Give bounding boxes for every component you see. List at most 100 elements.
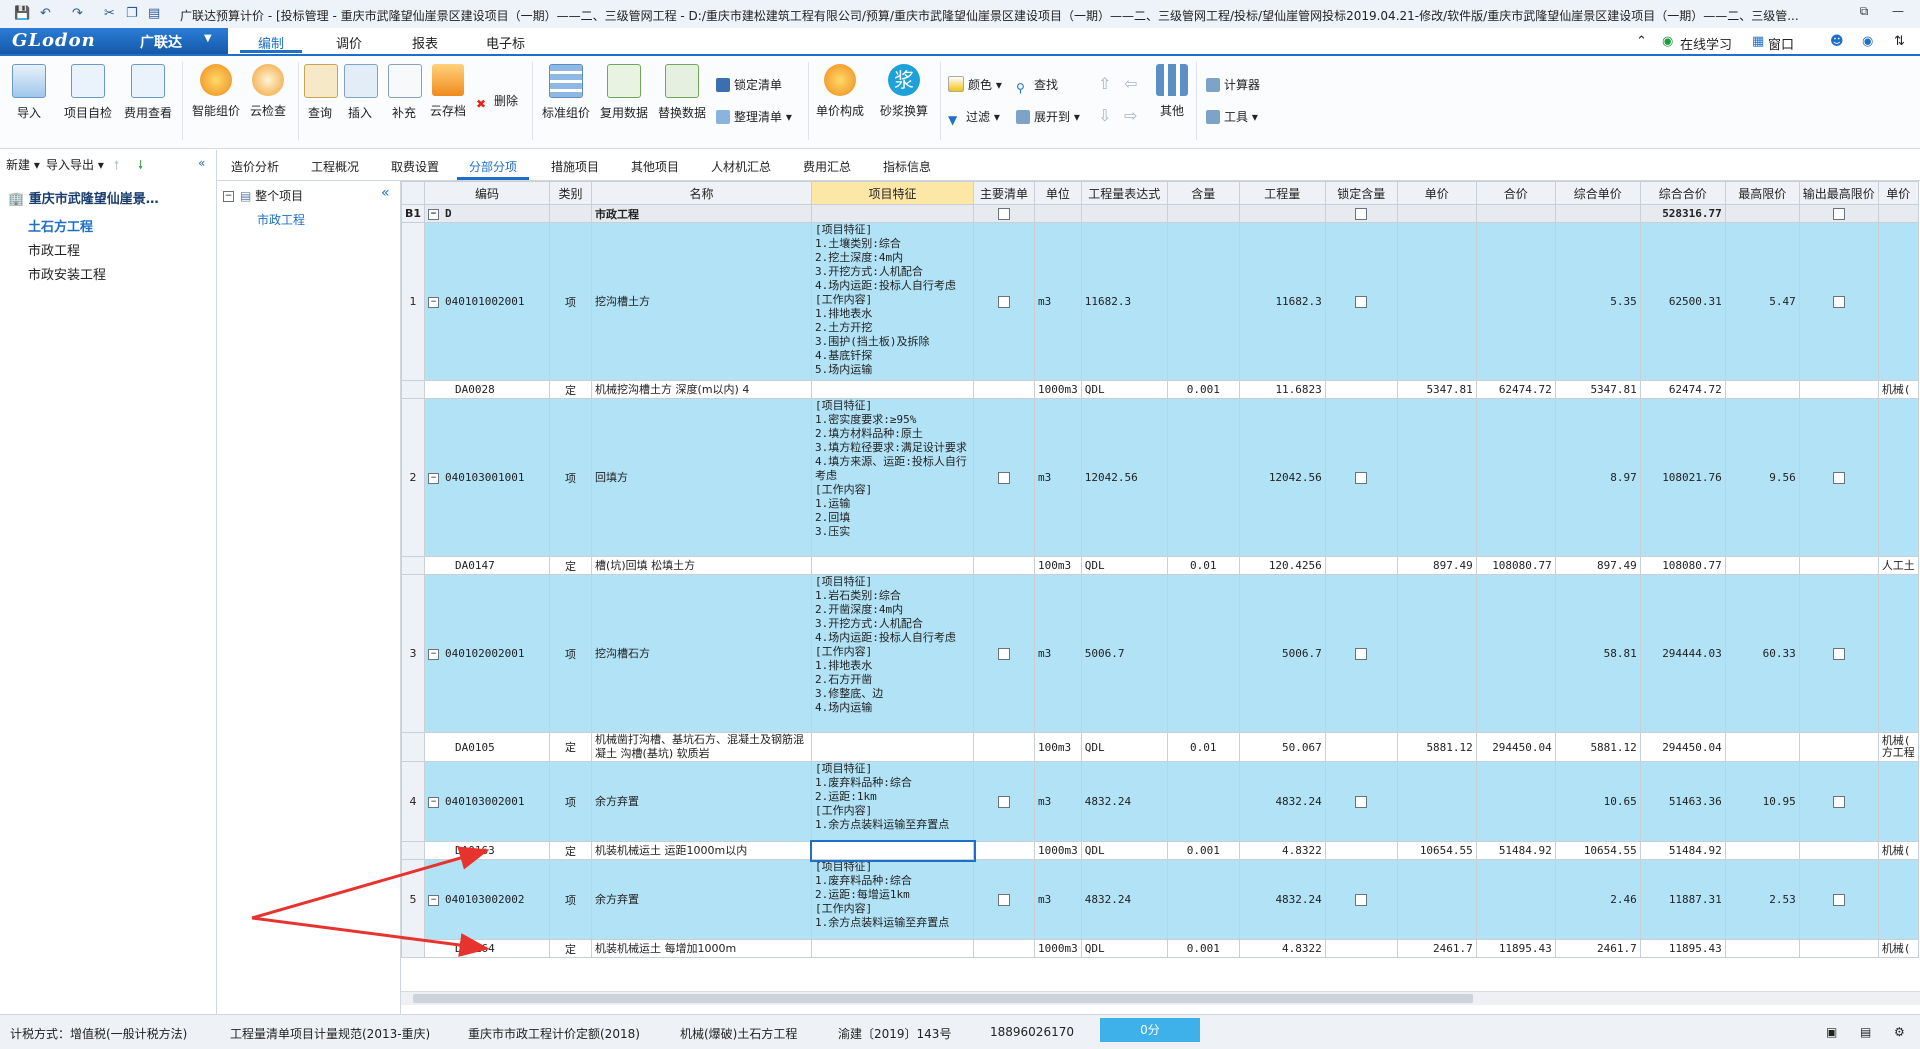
- price-cell[interactable]: [1396, 398, 1477, 557]
- name-cell[interactable]: 机装机械运土 每增加1000m: [591, 939, 813, 958]
- qty-cell[interactable]: 120.4256: [1238, 556, 1326, 575]
- output-max-cell[interactable]: [1798, 761, 1879, 842]
- header-unit-price[interactable]: 综合单价: [1554, 181, 1641, 205]
- lock-content-checkbox[interactable]: [1355, 894, 1368, 906]
- extra-cell[interactable]: 机械(: [1877, 841, 1919, 860]
- amount-cell[interactable]: [1475, 222, 1556, 381]
- qty-cell[interactable]: 5006.7: [1238, 574, 1326, 733]
- unit-price-cell[interactable]: 2461.7: [1554, 939, 1641, 958]
- output-max-checkbox[interactable]: [1832, 894, 1845, 906]
- expr-cell[interactable]: 12042.56: [1080, 398, 1168, 557]
- feature-cell[interactable]: [项目特征] 1.密实度要求:≥95% 2.填方材料品种:原土 3.填方粒径要求…: [811, 398, 975, 557]
- main-list-checkbox[interactable]: [998, 208, 1011, 220]
- settings-icon[interactable]: ⚙: [1894, 1025, 1905, 1039]
- other-button[interactable]: 其他: [1156, 64, 1188, 119]
- content-cell[interactable]: [1166, 574, 1240, 733]
- project-node[interactable]: 🏢 重庆市武隆望仙崖景…: [8, 188, 159, 207]
- name-cell[interactable]: 挖沟槽石方: [591, 574, 813, 733]
- expr-cell[interactable]: QDL: [1080, 556, 1168, 575]
- code-cell[interactable]: −040101002001: [424, 222, 551, 381]
- feature-cell[interactable]: [项目特征] 1.废弃料品种:综合 2.运距:每增运1km [工作内容] 1.余…: [811, 859, 975, 940]
- lock-content-checkbox[interactable]: [1355, 796, 1368, 808]
- price-cell[interactable]: [1396, 761, 1477, 842]
- app-logo[interactable]: GLodon 广联达 ▼: [0, 28, 228, 54]
- list-item-row[interactable]: 1−040101002001 项挖沟槽土方 [项目特征] 1.土壤类别:综合 2.挖…: [401, 222, 1919, 381]
- collapse-panel-icon[interactable]: «: [198, 156, 205, 170]
- name-cell[interactable]: 机械凿打沟槽、基坑石方、混凝土及钢筋混凝土 沟槽(基坑) 软质岩: [591, 732, 813, 762]
- amount-cell[interactable]: 51484.92: [1475, 841, 1556, 860]
- cut-icon[interactable]: ✂: [104, 6, 115, 21]
- max-price-cell[interactable]: [1724, 732, 1800, 762]
- unit-cell[interactable]: m3: [1034, 859, 1082, 940]
- move-up-icon[interactable]: ⇧: [1098, 74, 1111, 93]
- section-row[interactable]: B1 − D 市政工程 528316.77: [401, 204, 1919, 223]
- output-max-checkbox[interactable]: [1832, 296, 1845, 308]
- price-cell[interactable]: [1396, 204, 1477, 223]
- nav-item-municipal[interactable]: 市政工程: [28, 240, 80, 259]
- price-cell[interactable]: 2461.7: [1396, 939, 1477, 958]
- output-max-cell[interactable]: [1798, 398, 1879, 557]
- collapse-toggle-icon[interactable]: −: [223, 191, 234, 202]
- restore-icon[interactable]: ⧉: [1850, 4, 1878, 22]
- price-cell[interactable]: 5881.12: [1396, 732, 1477, 762]
- amount-cell[interactable]: [1475, 761, 1556, 842]
- max-price-cell[interactable]: 9.56: [1724, 398, 1800, 557]
- quota-row[interactable]: DA0105 定机械凿打沟槽、基坑石方、混凝土及钢筋混凝土 沟槽(基坑) 软质岩 1…: [401, 732, 1919, 762]
- output-max-checkbox[interactable]: [1832, 648, 1845, 660]
- main-list-checkbox[interactable]: [998, 648, 1011, 660]
- code-cell[interactable]: −040103002002: [424, 859, 551, 940]
- extra-cell[interactable]: [1877, 761, 1919, 842]
- main-list-checkbox[interactable]: [998, 796, 1011, 808]
- content-cell[interactable]: 0.01: [1166, 732, 1240, 762]
- total-cell[interactable]: 294444.03: [1639, 574, 1726, 733]
- header-max-price[interactable]: 最高限价: [1724, 181, 1800, 205]
- main-list-cell[interactable]: [973, 761, 1036, 842]
- type-cell[interactable]: 定: [549, 732, 593, 762]
- content-cell[interactable]: 0.001: [1166, 380, 1240, 399]
- tab-cost-analysis[interactable]: 造价分析: [231, 158, 279, 175]
- header-name[interactable]: 名称: [591, 181, 813, 205]
- output-max-cell[interactable]: [1798, 841, 1879, 860]
- unit-compose-button[interactable]: 单价构成: [814, 64, 866, 119]
- expr-cell[interactable]: 11682.3: [1080, 222, 1168, 381]
- lock-content-checkbox[interactable]: [1355, 648, 1368, 660]
- total-cell[interactable]: 108021.76: [1639, 398, 1726, 557]
- insert-button[interactable]: 插入: [344, 64, 378, 121]
- total-cell[interactable]: 11887.31: [1639, 859, 1726, 940]
- type-cell[interactable]: 项: [549, 222, 593, 381]
- collapse-toggle-icon[interactable]: −: [428, 796, 440, 808]
- max-price-cell[interactable]: [1724, 556, 1800, 575]
- unit-cell[interactable]: 100m3: [1034, 556, 1082, 575]
- feature-cell[interactable]: [811, 732, 975, 762]
- unit-price-cell[interactable]: 5347.81: [1554, 380, 1641, 399]
- extra-cell[interactable]: 人工土: [1877, 556, 1919, 575]
- fee-check-button[interactable]: 费用查看: [122, 64, 174, 121]
- type-cell[interactable]: 项: [549, 761, 593, 842]
- header-feature[interactable]: 项目特征: [811, 181, 975, 205]
- type-cell[interactable]: [549, 204, 593, 223]
- qty-cell[interactable]: [1238, 204, 1326, 223]
- main-list-cell[interactable]: [973, 732, 1036, 762]
- main-list-cell[interactable]: [973, 859, 1036, 940]
- quota-row[interactable]: DA0164 定机装机械运土 每增加1000m 1000m3 QDL 0.001 4.83…: [401, 939, 1919, 958]
- output-max-checkbox[interactable]: [1832, 472, 1845, 484]
- price-cell[interactable]: 5347.81: [1396, 380, 1477, 399]
- scrollbar-thumb[interactable]: [413, 994, 1473, 1003]
- extra-cell[interactable]: 机械(: [1877, 380, 1919, 399]
- lock-cell[interactable]: [1324, 732, 1398, 762]
- output-max-cell[interactable]: [1798, 222, 1879, 381]
- delete-button[interactable]: ✖ 删除: [476, 92, 518, 111]
- output-max-cell[interactable]: [1798, 574, 1879, 733]
- tab-sections[interactable]: 分部分项: [469, 158, 517, 175]
- total-cell[interactable]: 62474.72: [1639, 380, 1726, 399]
- online-learning-menu[interactable]: 在线学习: [1680, 34, 1732, 53]
- expr-cell[interactable]: QDL: [1080, 732, 1168, 762]
- move-left-icon[interactable]: ⇦: [1124, 74, 1137, 93]
- color-button[interactable]: 颜色 ▾: [948, 76, 1002, 93]
- main-list-cell[interactable]: [973, 939, 1036, 958]
- lock-content-checkbox[interactable]: [1355, 208, 1368, 220]
- main-list-checkbox[interactable]: [998, 472, 1011, 484]
- undo-icon[interactable]: ↶: [40, 6, 51, 21]
- unit-cell[interactable]: 1000m3: [1034, 841, 1082, 860]
- max-price-cell[interactable]: [1724, 841, 1800, 860]
